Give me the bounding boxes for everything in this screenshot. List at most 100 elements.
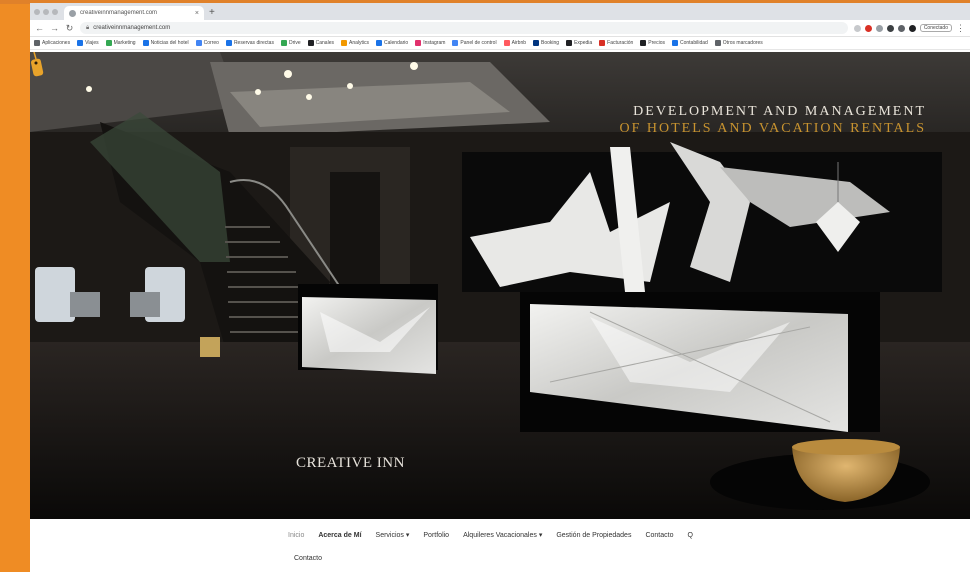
back-arrow-icon[interactable]: ← — [35, 23, 44, 33]
site-logo-text[interactable]: CREATIVE INN — [296, 455, 405, 472]
extension-puzzle-icon[interactable] — [897, 24, 905, 32]
reload-icon[interactable]: ↻ — [65, 23, 74, 34]
bookmark-label: Noticias del hotel — [150, 40, 189, 46]
tab-strip: creativeinnmanagement.com × + — [30, 3, 970, 20]
close-tab-icon[interactable]: × — [195, 10, 199, 17]
bookmark-favicon-icon — [415, 40, 422, 46]
url-text: creativeinnmanagement.com — [93, 25, 171, 31]
menu-item[interactable]: Gestión de Propiedades — [556, 532, 631, 539]
bookmark-favicon-icon — [307, 40, 314, 46]
bookmark-favicon-icon — [105, 40, 112, 46]
orange-frame-left — [0, 0, 32, 572]
extension-gray-icon[interactable] — [875, 24, 883, 32]
bookmark-item[interactable]: Calendario — [376, 40, 408, 46]
bookmark-label: Reservas directas — [233, 40, 274, 46]
bookmark-label: Aplicaciones — [42, 40, 71, 46]
bookmark-label: Drive — [288, 40, 301, 46]
bookmark-label: Airbnb — [511, 40, 527, 46]
tagline-line-2: OF HOTELS AND VACATION RENTALS — [619, 121, 926, 136]
bookmark-favicon-icon — [225, 40, 232, 46]
lock-icon: 🔒︎ — [86, 24, 90, 31]
menu-item[interactable]: Contacto — [645, 532, 673, 539]
key-tag-icon — [31, 52, 44, 77]
bookmark-item[interactable]: Reservas directas — [225, 40, 274, 46]
bookmark-favicon-icon — [195, 40, 202, 46]
bookmark-favicon-icon — [142, 40, 149, 46]
menu-item[interactable]: Servicios ▾ — [376, 531, 410, 539]
tab-title: creativeinnmanagement.com — [80, 10, 158, 16]
menu-item[interactable]: Alquileres Vacacionales ▾ — [463, 531, 542, 539]
forward-arrow-icon[interactable]: → — [50, 23, 59, 33]
bookmark-favicon-icon — [280, 40, 287, 46]
bookmark-label: Otros marcadores — [722, 40, 763, 46]
window-minimize-dot[interactable] — [43, 8, 49, 15]
bookmark-favicon-icon — [77, 40, 84, 46]
bookmark-label: Canales — [315, 40, 334, 46]
bookmark-item[interactable]: Aplicaciones — [34, 40, 70, 46]
bookmark-item[interactable]: Booking — [533, 40, 559, 46]
extension-black-icon[interactable] — [908, 24, 916, 32]
bookmark-favicon-icon — [599, 40, 606, 46]
bookmark-label: Panel de control — [460, 40, 497, 46]
bookmark-favicon-icon — [452, 40, 459, 46]
bookmarks-bar: Aplicaciones Viajes Marketing Noticias del … — [30, 37, 970, 50]
bookmark-favicon-icon — [340, 40, 347, 46]
bookmark-label: Marketing — [113, 40, 136, 46]
main-menu: Inicio Acerca de Mí Servicios ▾ Portfolio Al… — [288, 531, 693, 540]
bookmark-label: Analytics — [348, 40, 369, 46]
bookmark-favicon-icon — [671, 40, 678, 46]
bookmark-item[interactable]: Canales — [307, 40, 334, 46]
extension-dark-icon[interactable] — [886, 24, 894, 32]
bookmark-favicon-icon — [376, 40, 382, 46]
bookmark-favicon-icon — [714, 40, 721, 46]
extension-icons: Conectado ⋮ — [853, 23, 965, 34]
extension-red-icon[interactable] — [864, 24, 872, 32]
star-icon[interactable] — [853, 24, 861, 32]
site-navigation: Inicio Acerca de Mí Servicios ▾ Portfolio Al… — [30, 519, 970, 572]
bookmark-item[interactable]: Analytics — [340, 40, 369, 46]
bookmark-label: Calendario — [384, 40, 409, 46]
bookmark-label: Booking — [541, 40, 560, 46]
bookmark-favicon-icon — [503, 40, 510, 46]
menu-kebab-icon[interactable]: ⋮ — [956, 23, 965, 34]
bookmark-favicon-icon — [34, 40, 40, 46]
bookmark-item[interactable]: Instagram — [415, 40, 445, 46]
bookmark-item[interactable]: Precios — [640, 40, 665, 46]
bookmark-label: Contabilidad — [679, 40, 708, 46]
bookmark-label: Instagram — [423, 40, 446, 46]
bookmark-favicon-icon — [533, 40, 540, 46]
bookmark-label: Expedia — [574, 40, 593, 46]
address-bar[interactable]: 🔒︎ creativeinnmanagement.com — [80, 22, 848, 34]
bookmark-item[interactable]: Airbnb — [503, 40, 527, 46]
new-tab-button[interactable]: + — [209, 6, 215, 20]
bookmark-label: Precios — [648, 40, 665, 46]
bookmark-favicon-icon — [640, 40, 647, 46]
bookmark-item[interactable]: Correo — [195, 40, 219, 46]
menu-item[interactable]: Acerca de Mí — [318, 532, 361, 539]
window-maximize-dot[interactable] — [52, 8, 58, 15]
window-controls — [34, 3, 58, 20]
profile-button[interactable]: Conectado — [919, 24, 952, 32]
bookmark-item[interactable]: Noticias del hotel — [142, 40, 189, 46]
bookmark-item[interactable]: Facturación — [599, 40, 633, 46]
window-close-dot[interactable] — [34, 8, 40, 15]
menu-item-contact-second-row[interactable]: Contacto — [294, 555, 322, 562]
hero-banner: DEVELOPMENT AND MANAGEMENT OF HOTELS AND… — [30, 52, 970, 519]
active-tab[interactable]: creativeinnmanagement.com × — [64, 6, 204, 20]
bookmark-item[interactable]: Drive — [280, 40, 301, 46]
favicon-icon — [69, 9, 76, 17]
bookmark-item[interactable]: Contabilidad — [671, 40, 708, 46]
browser-window: creativeinnmanagement.com × + ← → ↻ 🔒︎ c… — [30, 3, 970, 572]
menu-item[interactable]: Portfolio — [423, 532, 449, 539]
menu-item[interactable]: Inicio — [288, 532, 304, 539]
bookmark-label: Viajes — [85, 40, 99, 46]
search-icon[interactable]: Q — [687, 532, 692, 539]
bookmark-item[interactable]: Viajes — [77, 40, 99, 46]
bookmark-label: Correo — [203, 40, 219, 46]
bookmark-label: Facturación — [607, 40, 634, 46]
bookmark-item[interactable]: Otros marcadores — [714, 40, 763, 46]
bookmark-item[interactable]: Marketing — [105, 40, 136, 46]
bookmark-item[interactable]: Expedia — [566, 40, 592, 46]
bookmark-item[interactable]: Panel de control — [452, 40, 497, 46]
tagline-line-1: DEVELOPMENT AND MANAGEMENT — [633, 104, 926, 119]
